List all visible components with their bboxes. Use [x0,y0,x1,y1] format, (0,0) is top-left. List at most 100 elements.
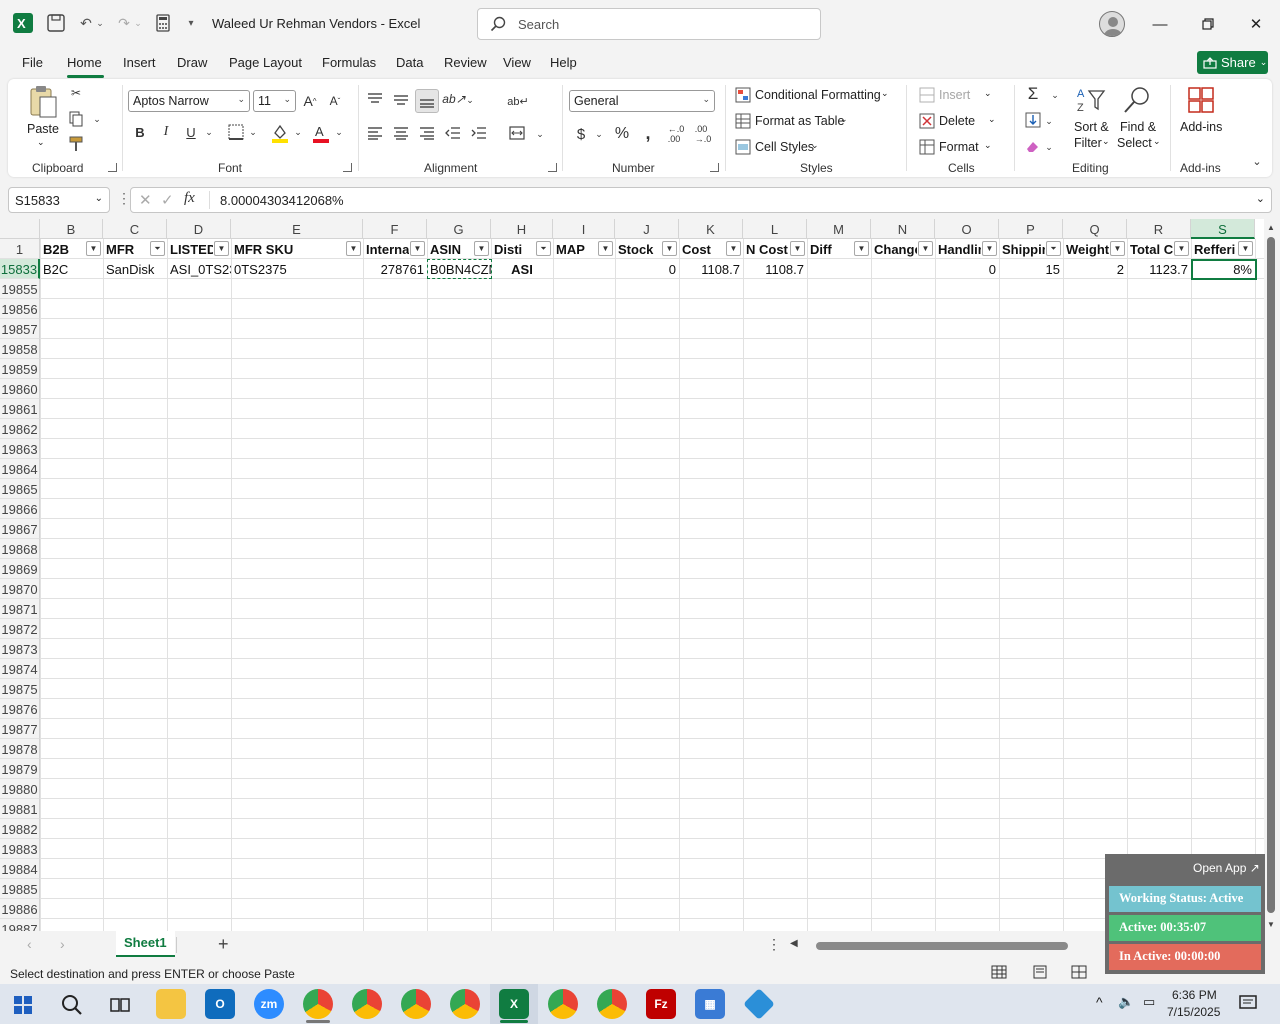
column-header[interactable]: G [427,219,491,239]
data-cell[interactable]: 0 [615,259,679,279]
row-header[interactable]: 19861 [0,399,40,419]
format-as-table-dropdown-icon[interactable]: ⌄ [840,114,848,125]
format-as-table-icon[interactable] [735,113,751,129]
font-color-icon[interactable]: A [312,123,330,143]
borders-dropdown-icon[interactable]: ⌄ [248,125,258,139]
undo-dropdown-icon[interactable]: ⌄ [94,12,106,34]
clipboard-launcher-icon[interactable] [108,163,117,172]
row-header[interactable]: 19870 [0,579,40,599]
row-header[interactable]: 19864 [0,459,40,479]
header-cell[interactable]: Handlin [935,239,981,259]
fill-color-dropdown-icon[interactable]: ⌄ [293,125,303,139]
task-view-icon[interactable] [110,995,130,1015]
filter-dropdown-icon[interactable]: ▼ [790,241,805,256]
format-cells-icon[interactable] [919,139,935,155]
row-header[interactable]: 19887 [0,919,40,931]
customize-toolbar-icon[interactable]: ▾ [180,12,202,34]
header-cell[interactable]: MFR SKU [231,239,345,259]
data-cell[interactable]: 15 [999,259,1063,279]
decrease-decimal-icon[interactable]: .00 →.0 [693,124,713,144]
row-header[interactable]: 19859 [0,359,40,379]
align-top-icon[interactable] [366,91,384,107]
column-header[interactable]: F [363,219,427,239]
find-select-icon[interactable] [1122,85,1152,115]
row-header[interactable]: 19873 [0,639,40,659]
align-right-icon[interactable] [418,125,436,141]
data-cell[interactable]: SanDisk [103,259,167,279]
filter-active-icon[interactable]: ⏷ [536,241,551,256]
add-ins-icon[interactable] [1187,85,1215,115]
column-header[interactable]: I [553,219,615,239]
increase-indent-icon[interactable] [470,125,488,141]
header-cell[interactable]: LISTED [167,239,213,259]
find-select-label-2[interactable]: Select [1117,136,1152,150]
page-layout-view-icon[interactable] [1032,965,1048,979]
select-all-corner[interactable] [0,219,40,239]
header-cell[interactable]: MFR [103,239,149,259]
find-select-label-1[interactable]: Find & [1120,120,1156,134]
avatar[interactable] [1099,11,1125,37]
formula-bar[interactable]: ✕ ✓ fx 8.00004303412068% ⌄ [130,187,1272,213]
share-button[interactable]: Share ⌄ [1197,51,1268,74]
row-header[interactable]: 19879 [0,759,40,779]
merge-dropdown-icon[interactable]: ⌄ [535,127,545,141]
add-sheet-icon[interactable]: + [218,934,229,955]
sheet-next-icon[interactable]: › [60,936,65,952]
row-header[interactable]: 15833 [0,259,40,279]
filter-dropdown-icon[interactable]: ▼ [86,241,101,256]
row-header[interactable]: 19882 [0,819,40,839]
taskbar-search-icon[interactable] [61,994,83,1016]
tab-formulas[interactable]: Formulas [322,55,376,70]
page-break-view-icon[interactable] [1071,965,1087,979]
windows-start-icon[interactable] [14,996,32,1014]
paste-dropdown-icon[interactable]: ⌄ [37,137,45,148]
font-launcher-icon[interactable] [343,163,352,172]
autosum-icon[interactable]: Σ [1024,84,1042,103]
header-cell[interactable]: Total C [1127,239,1173,259]
row-header[interactable]: 19858 [0,339,40,359]
header-cell[interactable]: Disti [491,239,535,259]
align-bottom-icon[interactable] [415,89,439,113]
filter-active-icon[interactable]: ⏷ [150,241,165,256]
filter-dropdown-icon[interactable]: ▼ [854,241,869,256]
column-header[interactable]: B [40,219,103,239]
row-header[interactable]: 19886 [0,899,40,919]
chrome-icon[interactable] [450,989,480,1019]
filter-dropdown-icon[interactable]: ▼ [662,241,677,256]
calculator-icon[interactable] [152,12,174,34]
search-input[interactable]: Search [477,8,821,40]
sort-filter-icon[interactable]: AZ [1076,85,1106,115]
row-header[interactable]: 19881 [0,799,40,819]
row-header[interactable]: 19868 [0,539,40,559]
row-header[interactable]: 19866 [0,499,40,519]
collapse-ribbon-icon[interactable]: ⌄ [1250,155,1264,168]
close-icon[interactable]: ✕ [1244,12,1268,36]
column-header[interactable]: P [999,219,1063,239]
clock-date[interactable]: 7/15/2025 [1167,1005,1220,1019]
borders-icon[interactable] [227,123,245,141]
column-header[interactable]: R [1127,219,1191,239]
data-cell[interactable]: 2 [1063,259,1127,279]
row-header[interactable]: 19876 [0,699,40,719]
selected-cell[interactable] [1191,259,1257,280]
currency-dropdown-icon[interactable]: ⌄ [594,127,604,141]
tray-chevron-icon[interactable]: ^ [1096,994,1103,1010]
clear-icon[interactable] [1024,137,1042,155]
row-header[interactable]: 19875 [0,679,40,699]
font-color-dropdown-icon[interactable]: ⌄ [334,125,344,139]
header-cell[interactable]: Stock [615,239,661,259]
restore-icon[interactable] [1196,12,1220,36]
orientation-dropdown-icon[interactable]: ⌄ [465,93,475,107]
header-cell[interactable]: ASIN [427,239,473,259]
decrease-font-icon[interactable]: Aˇ [326,91,344,111]
filter-dropdown-icon[interactable]: ▼ [726,241,741,256]
conditional-formatting-icon[interactable] [735,87,751,103]
tab-draw[interactable]: Draw [177,55,207,70]
add-ins-button[interactable]: Add-ins [1180,120,1222,134]
data-cell[interactable]: 1108.7 [743,259,807,279]
insert-cells-icon[interactable] [919,87,935,103]
worksheet-grid[interactable]: B C D E F G H I J K L M N O P Q R S 1 15833 19855 19856 19857 1… [0,219,1264,931]
app-diamond-icon[interactable] [743,988,775,1020]
format-dropdown-icon[interactable]: ⌄ [984,140,992,151]
chrome-icon[interactable] [401,989,431,1019]
